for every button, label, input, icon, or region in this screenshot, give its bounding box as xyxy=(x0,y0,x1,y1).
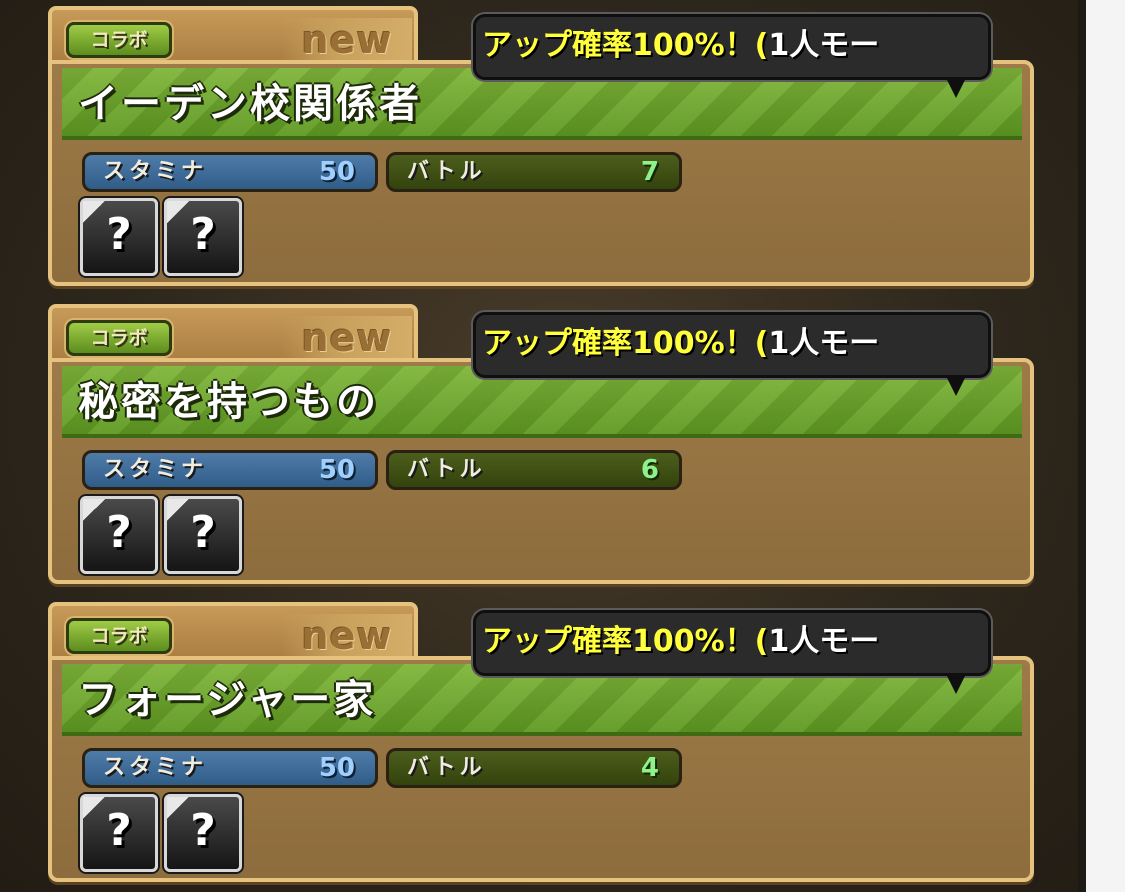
stamina-badge: スタミナ 50 xyxy=(82,152,378,192)
new-badge: new xyxy=(282,18,412,62)
stamina-label: スタミナ xyxy=(103,159,208,184)
dungeon-name: イーデン校関係者 xyxy=(78,81,422,127)
scrollbar-track[interactable] xyxy=(1086,0,1125,892)
card-body: イーデン校関係者 スタミナ 50 バトル 7 ? ? xyxy=(48,60,1034,286)
battle-label: バトル xyxy=(407,755,486,780)
banner-tail xyxy=(946,376,966,396)
new-badge: new xyxy=(282,316,412,360)
card-tab: コラボ new xyxy=(48,6,418,68)
battle-badge: バトル 6 xyxy=(386,450,682,490)
battle-badge: バトル 7 xyxy=(386,152,682,192)
stamina-value: 50 xyxy=(318,455,355,485)
dungeon-list-screen: コラボ new イーデン校関係者 スタミナ 50 バトル 7 ? ? アップ確率… xyxy=(0,0,1125,892)
dungeon-card[interactable]: コラボ new フォージャー家 スタミナ 50 バトル 4 ? ? アップ確率1… xyxy=(48,602,1034,882)
dungeon-name: 秘密を持つもの xyxy=(78,379,379,425)
banner-tail xyxy=(946,674,966,694)
dungeon-card[interactable]: コラボ new イーデン校関係者 スタミナ 50 バトル 7 ? ? アップ確率… xyxy=(48,6,1034,286)
battle-count: 7 xyxy=(640,157,659,187)
unknown-reward-icon: ? xyxy=(164,198,242,276)
unknown-reward-icon: ? xyxy=(80,496,158,574)
drop-rate-banner: アップ確率100%！(1人モー xyxy=(473,14,991,80)
drop-rate-banner: アップ確率100%！(1人モー xyxy=(473,312,991,378)
stamina-label: スタミナ xyxy=(103,755,208,780)
card-tab: コラボ new xyxy=(48,304,418,366)
collab-badge: コラボ xyxy=(66,22,172,58)
battle-label: バトル xyxy=(407,457,486,482)
card-body: フォージャー家 スタミナ 50 バトル 4 ? ? xyxy=(48,656,1034,882)
unknown-reward-icon: ? xyxy=(164,794,242,872)
drop-rate-text: アップ確率100%！(1人モー xyxy=(482,28,880,63)
stamina-value: 50 xyxy=(318,157,355,187)
new-badge: new xyxy=(282,614,412,658)
dungeon-name: フォージャー家 xyxy=(78,677,377,723)
collab-badge: コラボ xyxy=(66,320,172,356)
stamina-badge: スタミナ 50 xyxy=(82,450,378,490)
collab-badge: コラボ xyxy=(66,618,172,654)
banner-tail xyxy=(946,78,966,98)
card-tab: コラボ new xyxy=(48,602,418,664)
unknown-reward-icon: ? xyxy=(80,198,158,276)
battle-label: バトル xyxy=(407,159,486,184)
scroll-track-edge xyxy=(1078,0,1086,892)
battle-count: 4 xyxy=(640,753,659,783)
unknown-reward-icon: ? xyxy=(80,794,158,872)
battle-badge: バトル 4 xyxy=(386,748,682,788)
stamina-value: 50 xyxy=(318,753,355,783)
battle-count: 6 xyxy=(640,455,659,485)
stamina-badge: スタミナ 50 xyxy=(82,748,378,788)
drop-rate-text: アップ確率100%！(1人モー xyxy=(482,326,880,361)
drop-rate-banner: アップ確率100%！(1人モー xyxy=(473,610,991,676)
dungeon-card[interactable]: コラボ new 秘密を持つもの スタミナ 50 バトル 6 ? ? アップ確率1… xyxy=(48,304,1034,584)
stamina-label: スタミナ xyxy=(103,457,208,482)
unknown-reward-icon: ? xyxy=(164,496,242,574)
card-body: 秘密を持つもの スタミナ 50 バトル 6 ? ? xyxy=(48,358,1034,584)
drop-rate-text: アップ確率100%！(1人モー xyxy=(482,624,880,659)
